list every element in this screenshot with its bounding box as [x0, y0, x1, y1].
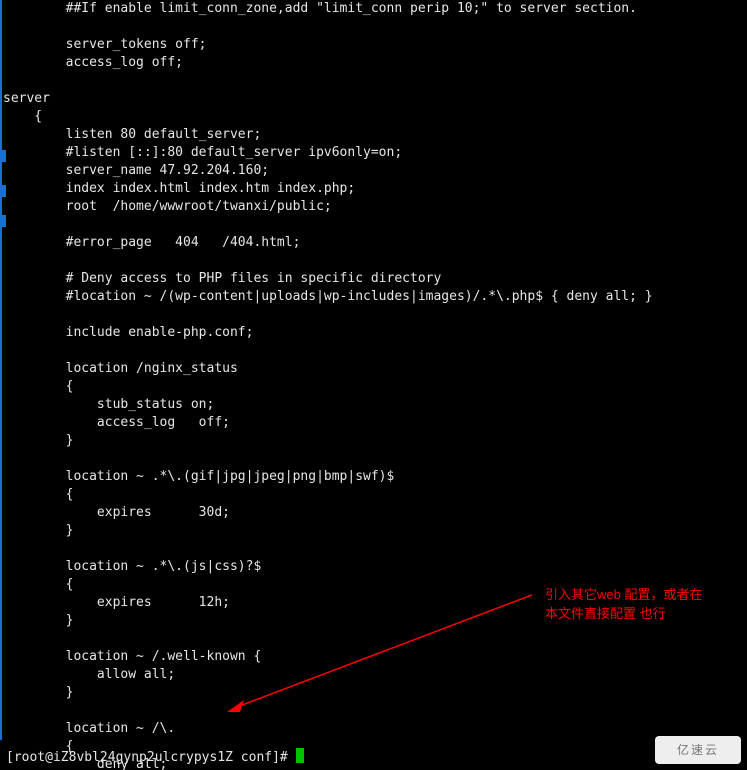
terminal-screenshot: ##If enable limit_conn_zone,add "limit_c… [0, 0, 747, 770]
cursor [296, 748, 304, 763]
annotation-text-1: 引入其它web 配置，或者在 [545, 586, 702, 603]
shell-prompt: [root@iZ8vbl24gynp2ulcrypys1Z conf]# [6, 750, 296, 765]
annotation-text-2: 本文件直接配置 也行 [545, 605, 666, 622]
terminal-content: ##If enable limit_conn_zone,add "limit_c… [3, 0, 747, 770]
shell-prompt-line[interactable]: [root@iZ8vbl24gynp2ulcrypys1Z conf]# [6, 748, 304, 767]
watermark-logo: 亿速云 [655, 736, 741, 764]
config-text: ##If enable limit_conn_zone,add "limit_c… [3, 0, 747, 770]
editor-gutter [0, 0, 2, 740]
